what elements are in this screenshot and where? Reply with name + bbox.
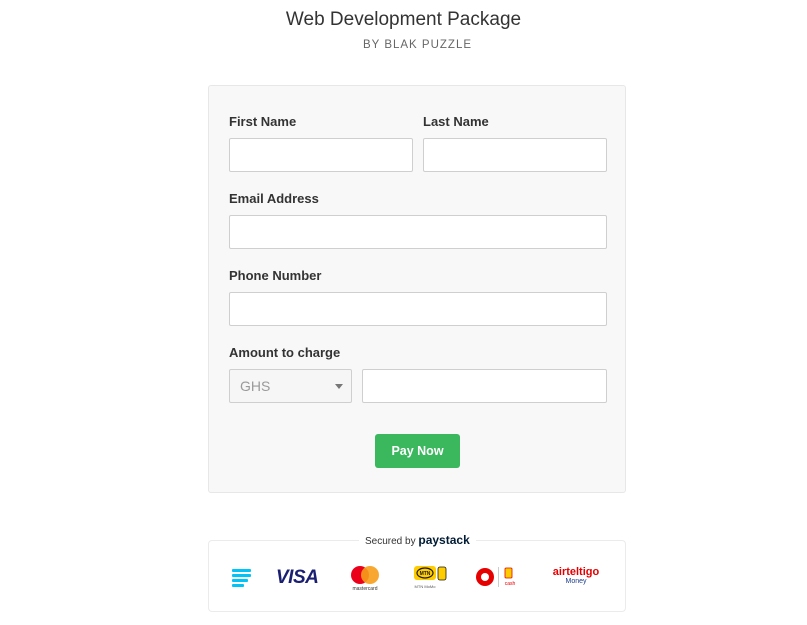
svg-text:cash: cash — [505, 581, 516, 587]
currency-selected-value: GHS — [240, 378, 271, 394]
merchant-name: BY BLAK PUZZLE — [362, 39, 473, 51]
secured-by-label: Secured by — [365, 536, 416, 547]
airteltigo-money-logo-icon: airteltigo Money — [546, 567, 606, 586]
svg-text:MTN: MTN — [420, 571, 431, 577]
airteltigo-money-label: Money — [565, 578, 587, 585]
last-name-field[interactable] — [423, 138, 607, 172]
first-name-field[interactable] — [229, 138, 413, 172]
email-label: Email Address — [229, 191, 319, 206]
first-name-label: First Name — [229, 114, 297, 129]
svg-text:MTN MoMo: MTN MoMo — [415, 584, 437, 589]
page-title: Web Development Package — [285, 9, 522, 30]
last-name-label: Last Name — [423, 114, 489, 129]
email-field[interactable] — [229, 215, 607, 249]
payment-form: First Name Last Name Email Address Phone… — [208, 85, 626, 493]
mastercard-logo-icon: mastercard — [351, 566, 379, 591]
mtn-mobile-money-logo-icon: MTN MTN MoMo — [414, 566, 447, 589]
pay-now-button[interactable]: Pay Now — [375, 434, 460, 468]
secured-by-badge: Secured by paystack — [359, 533, 476, 549]
vodafone-cash-logo-icon: cash — [476, 567, 516, 587]
airteltigo-wordmark: airteltigo — [552, 566, 600, 578]
amount-label: Amount to charge — [229, 345, 341, 360]
currency-select[interactable]: GHS — [229, 369, 352, 403]
phone-label: Phone Number — [229, 268, 322, 283]
phone-field[interactable] — [229, 292, 607, 326]
chevron-down-icon — [335, 384, 343, 389]
paystack-logo-icon — [232, 569, 251, 587]
visa-logo-icon: VISA — [276, 567, 319, 588]
svg-text:mastercard: mastercard — [352, 586, 377, 591]
paystack-wordmark: paystack — [418, 533, 470, 547]
amount-field[interactable] — [362, 369, 607, 403]
